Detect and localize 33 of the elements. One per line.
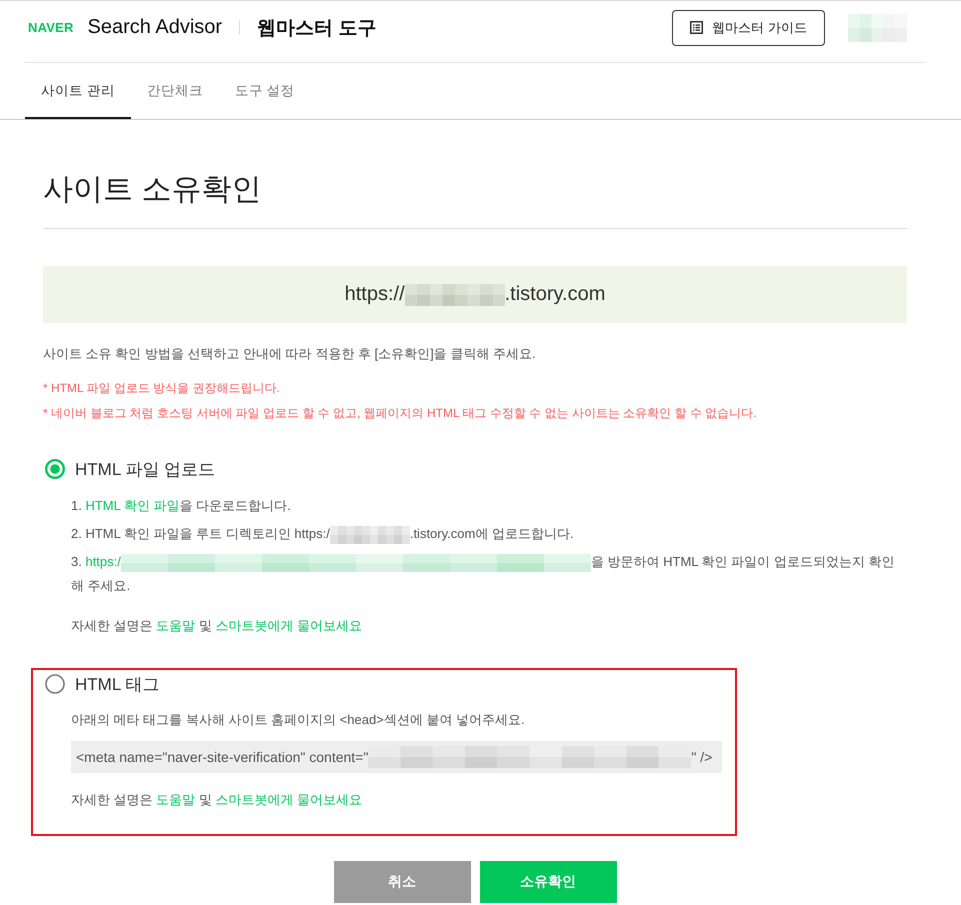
text-link[interactable]: 스마트봇에게 물어보세요 — [215, 618, 362, 633]
profile-placeholder[interactable] — [848, 14, 907, 42]
text-link[interactable]: https:/ — [85, 554, 121, 569]
help-text: 자세한 설명은 도움말 및 스마트봇에게 물어보세요 — [71, 617, 364, 635]
naver-logo[interactable]: NAVER — [28, 20, 74, 35]
page-title: 사이트 소유확인 — [43, 172, 907, 229]
text-link[interactable]: 도움말 — [156, 618, 196, 633]
warning-note: * HTML 파일 업로드 방식을 권장해드립니다. — [43, 380, 281, 397]
option-instruction: 아래의 메타 태그를 복사해 사이트 홈페이지의 <head>섹션에 붙여 넣어주세요. — [71, 711, 526, 729]
tab[interactable]: 도구 설정 — [218, 63, 311, 119]
help-text: 자세한 설명은 도움말 및 스마트봇에게 물어보세요 — [71, 791, 364, 809]
tab[interactable]: 사이트 관리 — [25, 63, 131, 119]
text-link[interactable]: 스마트봇에게 물어보세요 — [215, 792, 362, 807]
guide-button[interactable]: 웹마스터 가이드 — [672, 10, 825, 46]
tab[interactable]: 간단체크 — [130, 63, 219, 119]
step-text: 1. HTML 확인 파일을 다운로드합니다. — [71, 497, 292, 515]
option-label[interactable]: HTML 태그 — [75, 672, 160, 696]
text-link[interactable]: HTML 확인 파일 — [85, 498, 180, 513]
text-link[interactable]: 도움말 — [156, 792, 196, 807]
site-url: https:// .tistory.com — [344, 283, 606, 306]
radio-button[interactable] — [45, 674, 65, 694]
radio-button[interactable] — [45, 459, 65, 479]
confirm-button[interactable]: 소유확인 — [480, 861, 616, 903]
product-name: Search Advisor — [88, 16, 222, 39]
option-label[interactable]: HTML 파일 업로드 — [75, 458, 216, 480]
meta-tag-code: <meta name="naver-site-verification" content=" " /> — [71, 741, 722, 773]
warning-note: * 네이버 블로그 처럼 호스팅 서버에 파일 업로드 할 수 없고, 웹페이지의 HTML 태그 수정할 수 없는 사이트는 소유확인 할 수 없습니다. — [43, 405, 758, 422]
step-text: 3. https:/ 을 방문하여 HTML 확인 파일이 업로드되었는지 확인 해 주세요. — [71, 552, 896, 595]
tool-name: 웹마스터 도구 — [257, 16, 376, 40]
cancel-button[interactable]: 취소 — [334, 861, 470, 903]
step-text: 2. HTML 확인 파일을 루트 디렉토리인 https:/ .tistory.com에 업로드합니다. — [71, 522, 905, 546]
list-icon — [690, 21, 704, 34]
instruction-text: 사이트 소유 확인 방법을 선택하고 안내에 따라 적용한 후 [소유확인]을 클릭해 주세요. — [43, 345, 537, 363]
